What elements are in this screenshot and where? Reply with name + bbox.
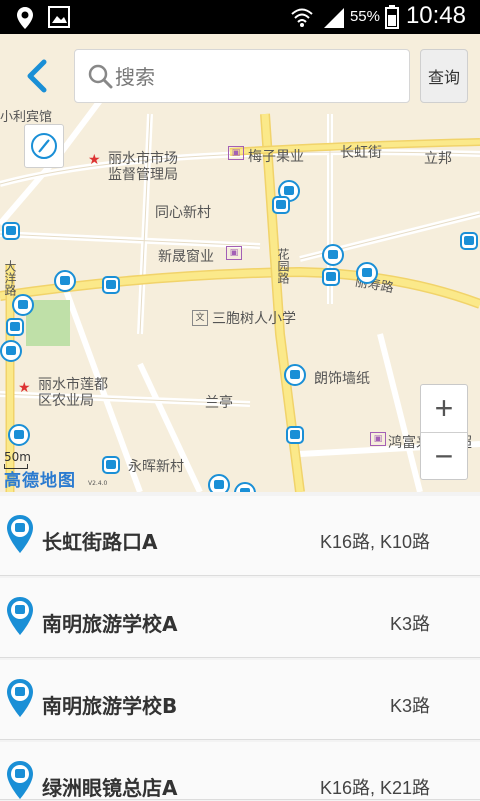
bus-stop-icon[interactable] [0, 340, 22, 362]
map-label: 朗饰墙纸 [314, 371, 370, 387]
compass-icon [31, 133, 57, 159]
map-logo-version: V2.4.0 [88, 480, 108, 487]
zoom-controls: + − [420, 384, 468, 480]
wifi-icon [291, 8, 313, 27]
search-input[interactable] [113, 60, 397, 94]
zoom-out-button[interactable]: − [421, 433, 467, 480]
stop-name: 南明旅游学校B [42, 694, 178, 718]
map-scale: 50m [4, 450, 31, 464]
bus-stop-icon[interactable] [234, 482, 256, 492]
bus-stop-pin-icon [7, 597, 33, 635]
bus-stop-icon[interactable] [4, 316, 26, 338]
location-icon [17, 7, 33, 29]
back-button[interactable] [10, 50, 62, 102]
landmark-icon: ★ [88, 152, 101, 168]
stop-name: 南明旅游学校A [42, 612, 178, 636]
bus-stop-pin-icon [7, 761, 33, 799]
bus-stop-icon[interactable] [270, 194, 292, 216]
stop-name: 绿洲眼镜总店A [42, 776, 178, 800]
battery-icon [385, 5, 399, 29]
bus-stop-icon[interactable] [208, 474, 230, 492]
query-button[interactable]: 查询 [420, 49, 468, 103]
stop-routes: K16路, K10路 [319, 532, 430, 552]
bus-stop-icon[interactable] [458, 230, 480, 252]
list-item[interactable]: 长虹街路口A K16路, K10路 [0, 496, 480, 576]
bus-stop-icon[interactable] [356, 262, 378, 284]
bus-stop-icon[interactable] [8, 424, 30, 446]
compass-button[interactable] [24, 124, 64, 168]
shop-icon: ▣ [228, 146, 244, 160]
map-label: 同心新村 [155, 205, 211, 221]
landmark-icon: ★ [18, 380, 31, 396]
gallery-icon [48, 6, 70, 28]
zoom-in-button[interactable]: + [421, 385, 467, 433]
bus-stop-icon[interactable] [284, 424, 306, 446]
bus-stop-pin-icon [7, 515, 33, 553]
stop-name: 长虹街路口A [42, 530, 158, 554]
map-label: 大洋路 [3, 260, 17, 296]
stop-routes: K3路 [389, 614, 430, 634]
status-bar: 55% 10:48 [0, 0, 480, 34]
bus-stop-icon[interactable] [0, 220, 22, 242]
bus-stop-pin-icon [7, 679, 33, 717]
list-item[interactable]: 绿洲眼镜总店A K16路, K21路 [0, 742, 480, 800]
signal-icon [324, 8, 344, 28]
bus-stop-icon[interactable] [100, 274, 122, 296]
stop-routes: K16路, K21路 [319, 778, 430, 798]
map-label: 新晟窗业 [158, 249, 214, 265]
bus-stop-icon[interactable] [100, 454, 122, 476]
list-item[interactable]: 南明旅游学校A K3路 [0, 578, 480, 658]
shop-icon: ▣ [226, 246, 242, 260]
map-label: 立邦 [424, 151, 452, 167]
map-label: 监督管理局 [108, 167, 178, 183]
bus-stop-icon[interactable] [12, 294, 34, 316]
map-label: 区农业局 [38, 393, 94, 409]
search-icon [88, 64, 113, 89]
map-label: 花园路 [276, 248, 290, 284]
school-icon: 文 [192, 310, 208, 326]
battery-percent: 55% [349, 8, 380, 25]
search-box[interactable] [74, 49, 410, 103]
bus-stop-list: 长虹街路口A K16路, K10路 南明旅游学校A K3路 南明旅游学校B K3… [0, 492, 480, 800]
map-label: 三胞树人小学 [212, 311, 296, 327]
map-label: 兰亭 [205, 395, 233, 411]
map-label: 梅子果业 [248, 149, 304, 165]
chevron-left-icon [27, 59, 47, 93]
bus-stop-icon[interactable] [320, 266, 342, 288]
bus-stop-icon[interactable] [54, 270, 76, 292]
map-logo: 高德地图 [4, 471, 76, 491]
bus-stop-icon[interactable] [322, 244, 344, 266]
stop-routes: K3路 [389, 696, 430, 716]
map-label: 永晖新村 [128, 459, 184, 475]
map-label: 长虹街 [340, 145, 382, 161]
bus-stop-icon[interactable] [284, 364, 306, 386]
search-bar: 查询 [0, 36, 480, 116]
list-item[interactable]: 南明旅游学校B K3路 [0, 660, 480, 740]
clock: 10:48 [405, 2, 466, 29]
shop-icon: ▣ [370, 432, 386, 446]
